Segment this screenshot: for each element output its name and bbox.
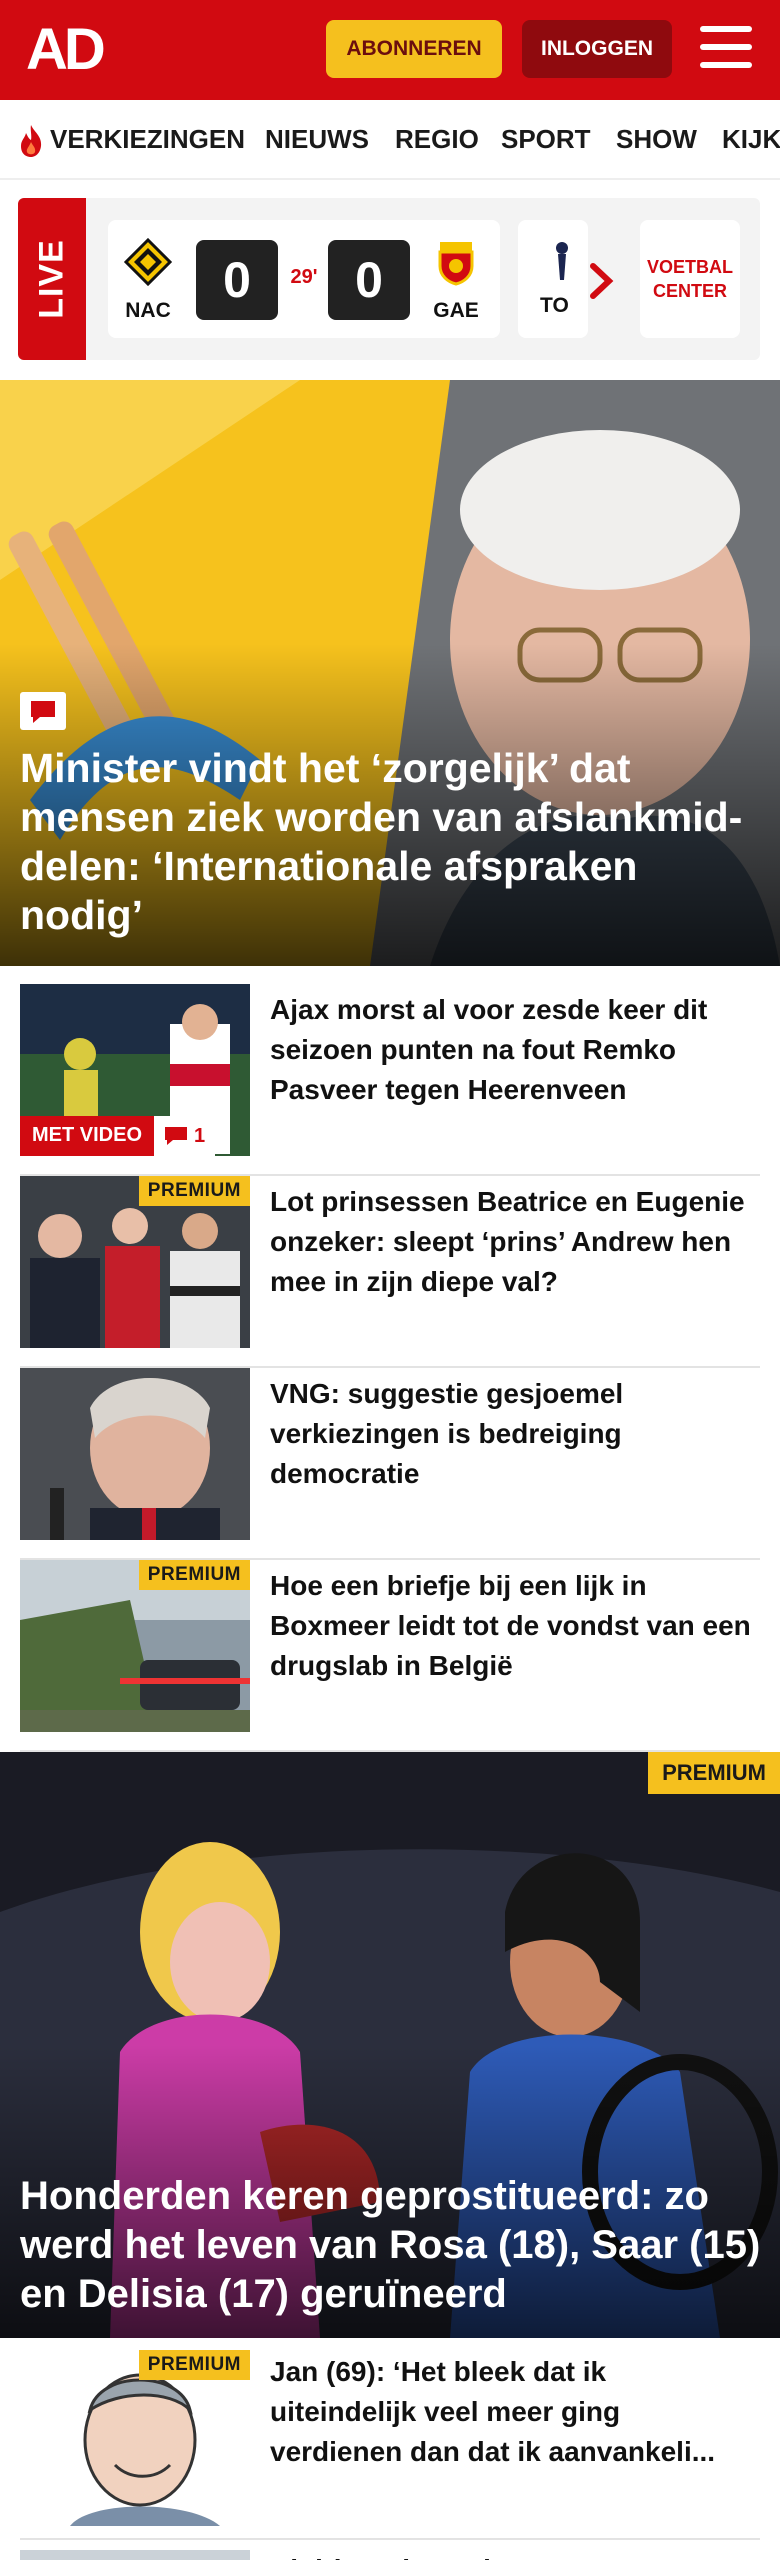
article-title[interactable]: Ajax morst al voor zesde keer dit seizoe… xyxy=(270,990,760,1110)
premium-badge: PREMIUM xyxy=(138,1176,250,1206)
nav-item-verkiezingen[interactable]: VERKIEZINGEN xyxy=(50,124,245,155)
featured-title[interactable]: Honderden keren geprostitueerd: zo werd … xyxy=(20,2172,770,2319)
home-score: 0 xyxy=(196,240,278,320)
premium-badge: PREMIUM xyxy=(648,1752,780,1794)
nav-item-show[interactable]: SHOW xyxy=(616,124,697,155)
away-score: 0 xyxy=(328,240,410,320)
article-item[interactable]: PREMIUM Jan (69): ‘Het bleek dat ik uite… xyxy=(20,2350,760,2540)
away-team: GAE xyxy=(426,238,486,323)
next-team-abbr: TO xyxy=(540,294,569,317)
live-label: LIVE xyxy=(18,198,86,360)
ad-logo[interactable]: AD xyxy=(26,21,106,79)
login-button[interactable]: INLOGGEN xyxy=(522,20,672,78)
article-item[interactable]: VNG: suggestie gesjoemel verkiezingen is… xyxy=(20,1368,760,1560)
article-thumbnail: PREMIUM xyxy=(20,1176,250,1348)
article-title[interactable]: Lot prinsessen Beatrice en Eugenie onzek… xyxy=(270,1182,760,1302)
hero-article[interactable]: Minister vindt het ‘zorgelijk’ dat mense… xyxy=(0,380,780,966)
comment-icon xyxy=(165,1127,188,1145)
nav-item-regio[interactable]: REGIO xyxy=(395,124,479,155)
premium-badge: PREMIUM xyxy=(138,1560,250,1590)
home-team: NAC xyxy=(118,237,178,323)
video-badge: MET VIDEO 1 xyxy=(20,1116,216,1156)
hero-title[interactable]: Minister vindt het ‘zorgelijk’ dat mense… xyxy=(20,744,760,940)
site-header: AD ABONNEREN INLOGGEN xyxy=(0,0,780,100)
next-article-title[interactable]: Al drie weken, niet xyxy=(270,2550,516,2560)
article-item[interactable]: MET VIDEO 1 Ajax morst al voor zesde kee… xyxy=(20,984,760,1176)
article-title[interactable]: Jan (69): ‘Het bleek dat ik uiteindelijk… xyxy=(270,2352,760,2472)
article-item[interactable]: PREMIUM Hoe een briefje bij een lijk in … xyxy=(20,1560,760,1752)
match-minute: 29' xyxy=(290,266,318,288)
article-item[interactable]: PREMIUM Lot prinsessen Beatrice en Eugen… xyxy=(20,1176,760,1368)
subscribe-button[interactable]: ABONNEREN xyxy=(326,20,502,78)
featured-premium-article[interactable]: PREMIUM Honderden keren geprostitueerd: … xyxy=(0,1752,780,2338)
nav-item-nieuws[interactable]: NIEUWS xyxy=(265,124,369,155)
nac-crest-icon xyxy=(123,237,173,287)
nav-item-kijk[interactable]: KIJK xyxy=(722,124,780,155)
nav-item-sport[interactable]: SPORT xyxy=(501,124,591,155)
article-title[interactable]: VNG: suggestie gesjoemel verkiezingen is… xyxy=(270,1374,760,1494)
article-thumbnail: MET VIDEO 1 xyxy=(20,984,250,1156)
tottenham-crest-icon xyxy=(556,242,568,280)
match-card-next[interactable]: TO xyxy=(518,220,588,338)
article-thumbnail: PREMIUM xyxy=(60,2350,250,2526)
match-card[interactable]: NAC 0 29' 0 GAE xyxy=(108,220,500,338)
voetbal-center-button[interactable]: VOETBAL CENTER xyxy=(640,220,740,338)
article-thumbnail xyxy=(20,1368,250,1540)
next-article-thumbnail xyxy=(20,2550,250,2560)
chevron-right-icon[interactable] xyxy=(588,262,614,300)
comment-icon xyxy=(20,692,66,730)
premium-badge: PREMIUM xyxy=(138,2350,250,2380)
main-nav: VERKIEZINGEN NIEUWS REGIO SPORT SHOW KIJ… xyxy=(0,100,780,180)
article-title[interactable]: Hoe een briefje bij een lijk in Boxmeer … xyxy=(270,1566,760,1686)
article-thumbnail: PREMIUM xyxy=(20,1560,250,1732)
flame-icon xyxy=(21,125,42,157)
hamburger-menu-icon[interactable] xyxy=(700,26,752,70)
gae-crest-icon xyxy=(438,242,474,286)
